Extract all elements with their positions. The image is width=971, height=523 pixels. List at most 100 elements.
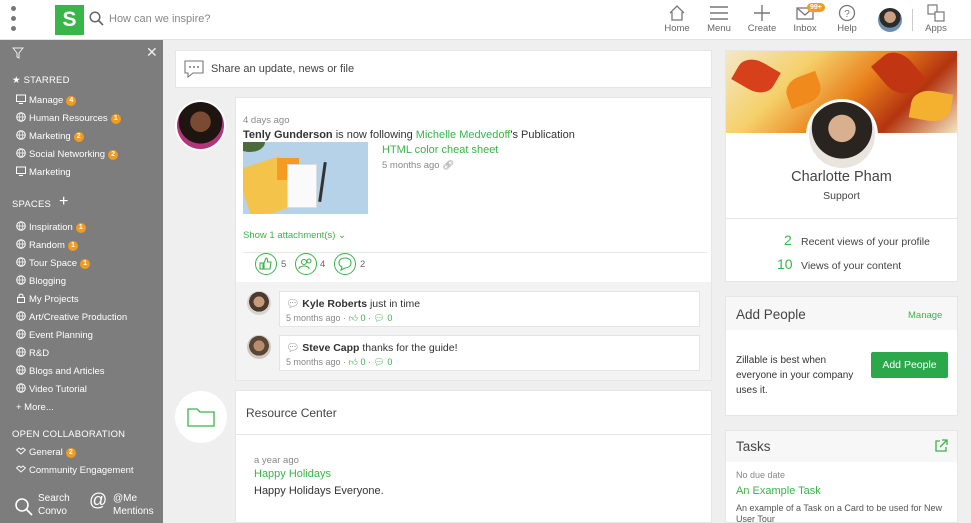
sidebar-item-community-engagement[interactable]: Community Engagement [15,464,134,478]
sidebar-item-label: Manage [29,95,64,106]
sidebar-item-manage[interactable]: Manage 4 [16,94,77,108]
profile-views-label: Recent views of your profile [801,236,930,248]
globe-icon [16,112,26,122]
nav-apps[interactable]: Apps [914,4,958,36]
comment-reply-button[interactable]: 💬︎ 0 [373,357,392,367]
profile-name[interactable]: Charlotte Pham [726,169,957,185]
sidebar-item-random[interactable]: Random 1 [16,239,78,253]
globe-icon [16,311,26,321]
folder-icon [175,391,227,443]
post-target-link[interactable]: Michelle Medvedoff [416,129,511,141]
resource-time: a year ago [254,455,299,466]
sidebar-item-event-planning[interactable]: Event Planning [16,329,93,343]
sidebar-item-label: Event Planning [29,330,93,341]
nav-home[interactable]: Home [655,4,699,36]
mentions-line2: Mentions [113,506,154,517]
nav-menu[interactable]: Menu [697,4,741,36]
show-attachments-link[interactable]: Show 1 attachment(s) ⌄ [243,230,346,241]
close-icon[interactable]: ✕ [146,44,158,61]
sidebar-item-inspiration[interactable]: Inspiration 1 [16,221,86,235]
comment-meta: 5 months ago · 👍︎ 0 · 💬︎ 0 [286,357,393,367]
sidebar-item-r-d[interactable]: R&D [16,347,49,361]
add-people-button[interactable]: Add People [871,352,948,378]
nav-create-label: Create [747,23,777,34]
board-icon [16,94,26,104]
sidebar-item-marketing[interactable]: Marketing 2 [16,130,84,144]
sidebar-item-art-creative-production[interactable]: Art/Creative Production [16,311,127,325]
starred-heading: ★ STARRED [12,75,70,86]
comment-body: thanks for the guide! [359,342,458,354]
sidebar-item-general[interactable]: General 2 [15,446,76,460]
manage-link[interactable]: Manage [908,310,942,321]
nav-apps-label: Apps [925,23,947,34]
logo[interactable]: S [55,5,84,35]
search-input[interactable]: How can we inspire? [109,13,211,25]
mentions-button[interactable]: @ @Me Mentions [89,491,154,518]
comment-text: 💬︎ Kyle Roberts just in time [286,297,420,310]
nav-help[interactable]: ? Help [825,4,869,36]
app-switcher-icon[interactable] [10,6,18,32]
comment-author[interactable]: Kyle Roberts [302,298,367,310]
post-actor-link[interactable]: Tenly Gunderson [243,129,333,141]
add-space-icon[interactable]: + [59,194,68,210]
share-update-box[interactable]: Share an update, news or file [175,50,712,88]
comment-meta: 5 months ago · 👍︎ 0 · 💬︎ 0 [286,313,393,323]
link-title[interactable]: HTML color cheat sheet [382,144,498,156]
link-preview-image[interactable] [243,142,368,214]
comment-author[interactable]: Steve Capp [302,342,359,354]
mentions-line1: @Me [113,493,138,504]
sidebar-item-label: General [29,447,63,458]
comment-button[interactable] [334,253,356,275]
sidebar-item-label: Tour Space [29,258,78,269]
sidebar-item-label: Art/Creative Production [29,312,128,323]
resource-item-title[interactable]: Happy Holidays [254,468,331,480]
sidebar-more[interactable]: + More... [16,402,54,416]
people-icon [298,258,312,270]
filter-icon[interactable] [12,47,24,59]
content-views-label: Views of your content [801,260,902,272]
sidebar-item-human-resources[interactable]: Human Resources 1 [16,112,121,126]
comment-item: 💬︎ Steve Capp thanks for the guide! 5 mon… [279,335,700,371]
nav-home-label: Home [664,23,690,34]
sidebar-item-label: Community Engagement [29,465,134,476]
plus-icon [754,5,770,21]
people-button[interactable] [295,253,317,275]
commenter-avatar[interactable] [247,335,271,359]
search-convo-button[interactable]: Search Convo [14,492,70,518]
comment-like-button[interactable]: 👍︎ 0 [349,313,366,323]
comment-time: 5 months ago [286,313,341,323]
commenter-avatar[interactable] [247,291,271,315]
sidebar-item-my-projects[interactable]: My Projects [16,293,79,307]
comment-reply-button[interactable]: 💬︎ 0 [373,313,392,323]
activity-post: 4 days ago Tenly Gunderson is now follow… [235,97,712,381]
sidebar-item-blogging[interactable]: Blogging [16,275,66,289]
globe-icon [16,383,26,393]
handshake-icon [15,464,27,474]
apps-icon [927,4,945,22]
sidebar-item-tour-space[interactable]: Tour Space 1 [16,257,91,271]
post-author-avatar[interactable] [175,100,226,151]
count-badge: 2 [108,150,119,160]
resource-title[interactable]: Resource Center [246,406,337,420]
link-icon: 🔗︎ [442,160,455,171]
nav-create[interactable]: Create [740,4,784,36]
globe-icon [16,239,26,249]
globe-icon [16,329,26,339]
task-title[interactable]: An Example Task [736,485,821,497]
comment-like-button[interactable]: 👍︎ 0 [349,357,366,367]
sidebar-item-label: Blogging [29,276,66,287]
user-avatar[interactable] [878,8,902,32]
sidebar-item-social-networking[interactable]: Social Networking 2 [16,148,119,162]
nav-help-label: Help [837,23,857,34]
like-button[interactable] [255,253,277,275]
profile-avatar[interactable] [806,99,878,171]
nav-inbox[interactable]: 99+ Inbox [783,3,827,36]
share-input[interactable]: Share an update, news or file [211,63,354,75]
sidebar-item-video-tutorial[interactable]: Video Tutorial [16,383,87,397]
search-bar[interactable]: How can we inspire? [89,10,389,30]
speech-bubble-icon [184,60,204,79]
external-link-icon[interactable] [934,439,948,453]
home-icon [669,5,685,21]
sidebar-item-marketing[interactable]: Marketing [16,166,71,180]
sidebar-item-blogs-and-articles[interactable]: Blogs and Articles [16,365,105,379]
